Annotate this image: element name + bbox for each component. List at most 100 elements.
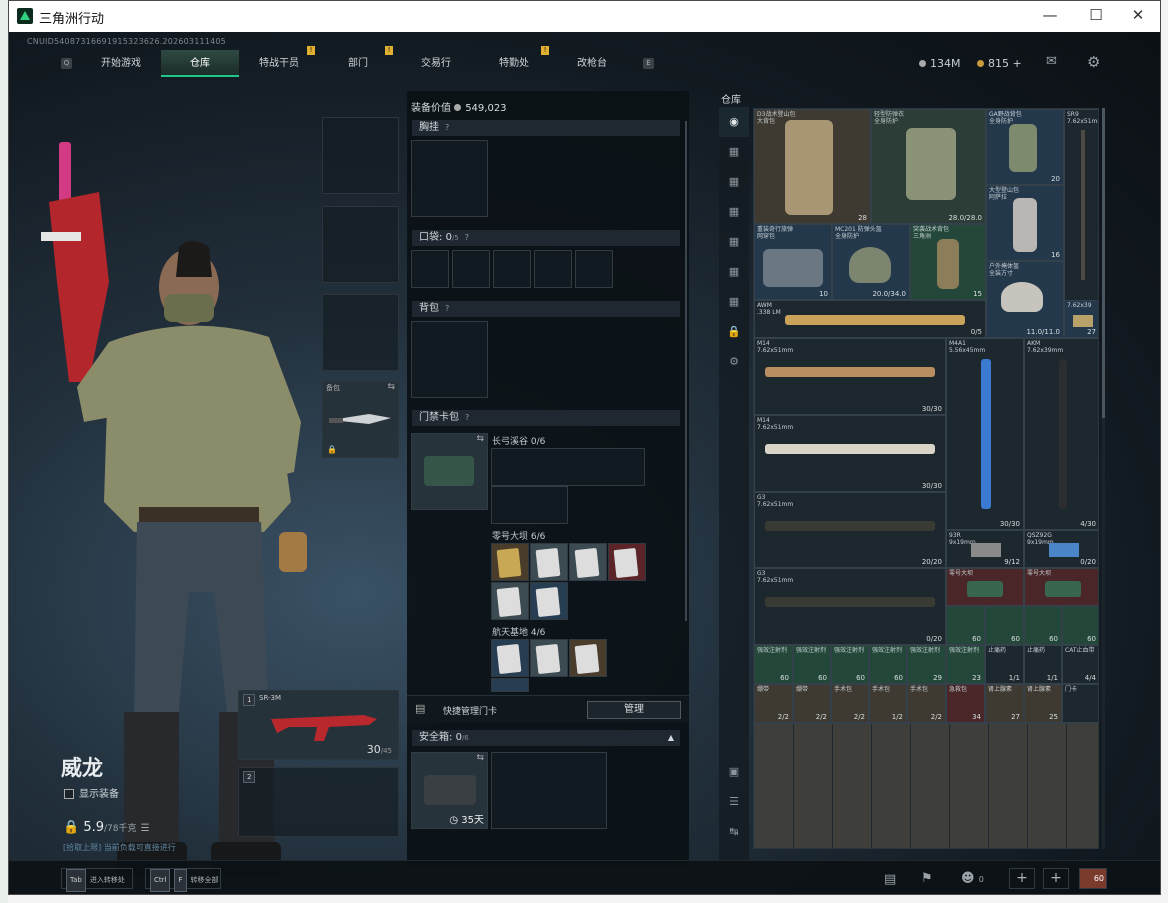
pocket-slot[interactable]: [575, 250, 613, 288]
pin-icon[interactable]: ▲: [668, 730, 674, 746]
equipment-scrollbar[interactable]: [685, 121, 687, 621]
storage-item[interactable]: 手术包 2/2: [907, 684, 946, 723]
expand-storage-icon[interactable]: ▣: [719, 757, 749, 787]
storage-item[interactable]: 零号大坝: [946, 568, 1024, 606]
tab-start-game[interactable]: 开始游戏: [81, 50, 161, 77]
storage-item[interactable]: 重装奇行旅弹 网穿包 10: [754, 224, 832, 300]
storage-item[interactable]: CAT止血带 4/4: [1062, 645, 1098, 684]
swap-icon[interactable]: ⇆: [387, 382, 395, 392]
storage-item[interactable]: 60: [1024, 606, 1062, 645]
keycard-item[interactable]: [491, 543, 529, 581]
storage-tab-5-icon[interactable]: ▦: [719, 257, 749, 287]
keycard-item[interactable]: [530, 582, 568, 620]
swap-icon[interactable]: ⇆: [476, 753, 484, 763]
stats-icon[interactable]: ▤: [884, 872, 896, 887]
storage-item[interactable]: M14 7.62x51mm 30/30: [754, 415, 946, 492]
manage-button[interactable]: 管理: [587, 701, 681, 719]
storage-item[interactable]: 大型登山包 阿萨拉 16: [986, 185, 1064, 261]
storage-item[interactable]: G3 7.62x51mm 20/20: [754, 492, 946, 568]
keycard-item[interactable]: [491, 582, 529, 620]
armor-slot[interactable]: [322, 206, 399, 283]
invite-slot-button[interactable]: +: [1009, 868, 1035, 889]
storage-item[interactable]: M14 7.62x51mm 30/30: [754, 338, 946, 415]
storage-item[interactable]: MC201 防弹头盔 全身防护 20.0/34.0: [832, 224, 910, 300]
storage-item[interactable]: AWM .338 LM 0/5: [754, 300, 986, 338]
storage-item[interactable]: 突袭战术背包 三角洲 15: [910, 224, 986, 300]
close-button[interactable]: ✕: [1125, 6, 1151, 26]
swap-icon[interactable]: ⇆: [476, 434, 484, 444]
chest-rig-slot[interactable]: [411, 140, 488, 217]
show-gear-toggle[interactable]: 显示装备: [64, 785, 119, 800]
storage-tab-3-icon[interactable]: ▦: [719, 197, 749, 227]
storage-item[interactable]: 强效注射剂 23: [946, 645, 985, 684]
keycard-row[interactable]: [491, 448, 645, 486]
mail-icon[interactable]: ✉: [1046, 54, 1057, 69]
settings-icon[interactable]: ⚙: [719, 347, 749, 377]
keycard-item[interactable]: [491, 639, 529, 677]
keycard-item[interactable]: [491, 678, 529, 692]
storage-item[interactable]: 轻型防弹衣 全身防护 28.0/28.0: [871, 109, 986, 224]
storage-item[interactable]: 93R 9x19mm 9/12: [946, 530, 1024, 568]
tab-market[interactable]: 交易行: [397, 50, 475, 77]
keycard-item[interactable]: [608, 543, 646, 581]
storage-item[interactable]: 60: [946, 606, 985, 645]
storage-item[interactable]: 强效注射剂 60: [869, 645, 907, 684]
storage-item[interactable]: 肾上腺素 25: [1024, 684, 1062, 723]
storage-item[interactable]: 强效注射剂 60: [754, 645, 793, 684]
pocket-slot[interactable]: [493, 250, 531, 288]
storage-item[interactable]: SR9 7.62x51mm: [1064, 109, 1098, 301]
tab-special-ops[interactable]: 特勤处!: [475, 46, 553, 77]
storage-item[interactable]: 手术包 1/2: [869, 684, 907, 723]
pocket-slot[interactable]: [452, 250, 490, 288]
layers-icon[interactable]: ☰: [719, 787, 749, 817]
storage-item[interactable]: 绷带 2/2: [754, 684, 793, 723]
player-avatar[interactable]: 60: [1079, 868, 1107, 889]
gold-currency[interactable]: 815 +: [977, 57, 1022, 70]
helmet-slot[interactable]: [322, 117, 399, 194]
pocket-slot[interactable]: [534, 250, 572, 288]
storage-item[interactable]: 止痛药 1/1: [985, 645, 1024, 684]
storage-item[interactable]: 7.62x39 27: [1064, 300, 1098, 338]
storage-item[interactable]: 止痛药 1/1: [1024, 645, 1062, 684]
storage-tab-6-icon[interactable]: ▦: [719, 287, 749, 317]
storage-item[interactable]: 60: [1062, 606, 1098, 645]
storage-item[interactable]: 急救包 34: [946, 684, 985, 723]
keycard-item[interactable]: [569, 639, 607, 677]
pocket-slot[interactable]: [411, 250, 449, 288]
pistol-slot[interactable]: [322, 294, 399, 371]
tab-operators[interactable]: 特战干员!: [239, 46, 319, 77]
keycard-row[interactable]: [491, 486, 568, 524]
storage-item[interactable]: 强效注射剂 60: [793, 645, 831, 684]
silver-currency[interactable]: 134M: [919, 57, 961, 70]
storage-item[interactable]: 绷带 2/2: [793, 684, 831, 723]
sort-icon[interactable]: ↹: [719, 817, 749, 847]
storage-tab-1-icon[interactable]: ▦: [719, 137, 749, 167]
storage-tab-4-icon[interactable]: ▦: [719, 227, 749, 257]
storage-item[interactable]: 60: [985, 606, 1024, 645]
keycard-case-slot[interactable]: ⇆: [411, 433, 488, 510]
flag-icon[interactable]: ⚑: [921, 871, 933, 886]
storage-item[interactable]: 肾上腺素 27: [985, 684, 1024, 723]
transfer-all-button[interactable]: Ctrl F 转移全部: [145, 868, 221, 892]
storage-tab-all-icon[interactable]: ◉: [719, 107, 749, 137]
storage-item[interactable]: 手术包 2/2: [831, 684, 869, 723]
secondary-weapon-slot[interactable]: 2: [238, 767, 399, 837]
storage-item[interactable]: GA野战背包 全身防护 20: [986, 109, 1064, 185]
storage-item[interactable]: G3 7.62x51mm 0/20: [754, 568, 946, 645]
storage-item[interactable]: 强效注射剂 29: [907, 645, 946, 684]
settings-gear-icon[interactable]: ⚙: [1087, 53, 1100, 71]
storage-tab-2-icon[interactable]: ▦: [719, 167, 749, 197]
safebox-slot[interactable]: ⇆ ◷ 35天: [411, 752, 488, 829]
tab-department[interactable]: 部门!: [319, 46, 397, 77]
minimize-button[interactable]: —: [1037, 6, 1063, 26]
keycard-item[interactable]: [569, 543, 607, 581]
primary-weapon-slot[interactable]: 1 SR-3M 30/45: [238, 690, 399, 760]
melee-slot[interactable]: 备包 ⇆ 🔒: [322, 381, 399, 458]
lock-icon[interactable]: 🔒: [719, 317, 749, 347]
scroll-thumb[interactable]: [1102, 108, 1105, 418]
keycard-item[interactable]: [530, 543, 568, 581]
list-icon[interactable]: ☰: [141, 823, 150, 834]
storage-item[interactable]: 强效注射剂 60: [831, 645, 869, 684]
storage-item[interactable]: QSZ92G 9x19mm 0/20: [1024, 530, 1098, 568]
invite-slot-button[interactable]: +: [1043, 868, 1069, 889]
